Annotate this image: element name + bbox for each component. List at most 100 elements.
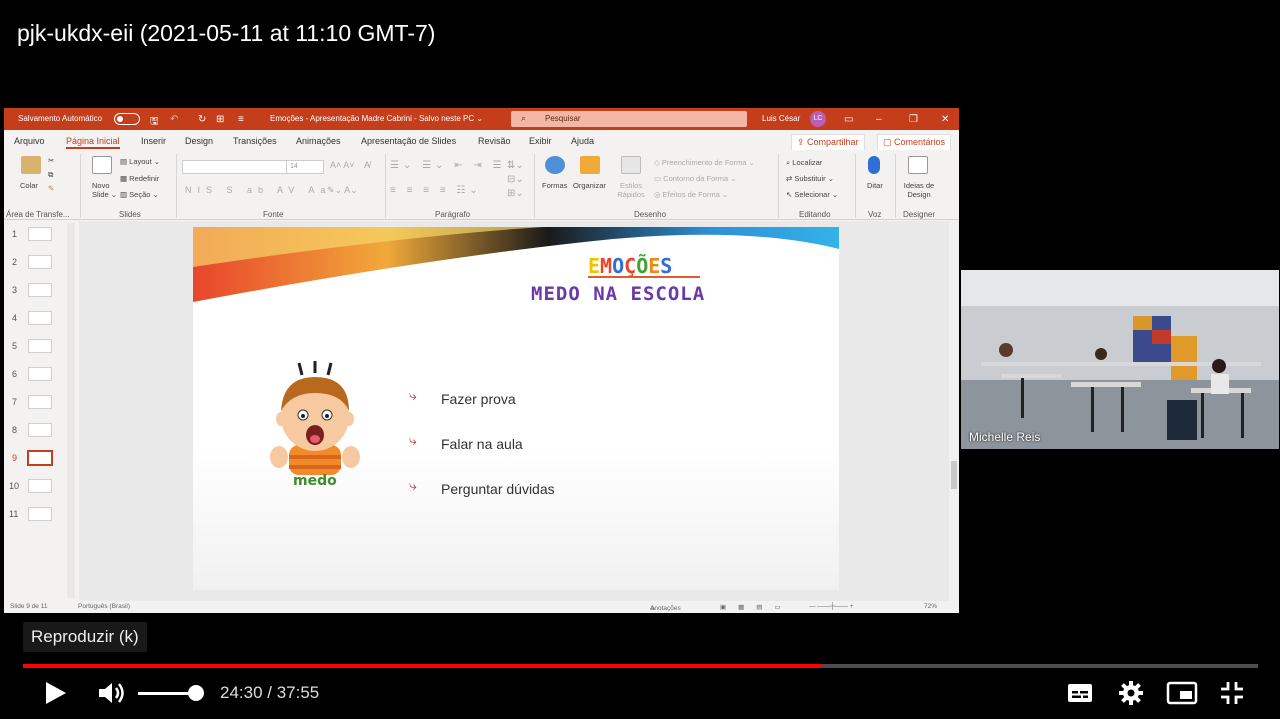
tab-revisao[interactable]: Revisão — [478, 136, 511, 146]
thumbnail-item[interactable]: 11 — [4, 507, 74, 529]
avatar[interactable]: LC — [810, 111, 826, 127]
font-size-select[interactable]: 14 — [286, 160, 324, 174]
find-button[interactable]: ⌕ Localizar — [786, 158, 822, 168]
tab-transicoes[interactable]: Transições — [233, 136, 277, 146]
reset-button[interactable]: ▦ Redefinir — [120, 174, 159, 183]
curved-arrow-icon: ⤷ — [409, 432, 417, 448]
thumbnail-number: 2 — [12, 257, 18, 267]
scrollbar-thumb[interactable] — [951, 461, 957, 489]
notes-label: Anotações — [650, 605, 681, 612]
text-direction-icon[interactable]: ⇅⌄ — [507, 160, 524, 171]
paste-button[interactable]: Colar — [20, 181, 38, 190]
thumbnail-image — [28, 255, 52, 269]
outline-icon: ▭ — [654, 174, 664, 183]
comments-button[interactable]: ▢ Comentários — [877, 134, 952, 151]
divider — [385, 154, 386, 218]
miniplayer-icon[interactable] — [1166, 681, 1198, 705]
cut-icon[interactable]: ✂ — [48, 156, 54, 165]
dictate-button[interactable]: Ditar — [867, 181, 883, 190]
select-label: Selecionar ⌄ — [794, 190, 839, 199]
redo-icon[interactable]: ↻ — [198, 114, 206, 125]
thumbnail-scrollbar[interactable] — [67, 223, 75, 598]
font-grow-icon[interactable]: A˄ A˅ — [330, 160, 355, 170]
replace-button[interactable]: ⇄ Substituir ⌄ — [786, 174, 834, 183]
layout-button[interactable]: ▤ Layout ⌄ — [120, 157, 160, 166]
ppt-titlebar: Salvamento Automático 🖫 ↶ ↻ ⊞ ≡ Emoções … — [4, 108, 959, 130]
tab-ajuda[interactable]: Ajuda — [571, 136, 594, 146]
design-ideas-button[interactable]: Ideias de Design — [902, 181, 936, 199]
reset-icon: ▦ — [120, 174, 130, 183]
close-icon[interactable]: ✕ — [941, 114, 949, 125]
thumbnail-item[interactable]: 3 — [4, 283, 74, 305]
align-text-icon[interactable]: ⊟⌄ — [507, 174, 524, 185]
present-icon[interactable]: ⊞ — [216, 114, 224, 125]
layout-label: Layout ⌄ — [129, 157, 161, 166]
text-format-icons[interactable]: NIS S ab AV Aa — [185, 185, 331, 195]
new-slide-button[interactable]: Novo Slide ⌄ — [92, 181, 122, 199]
thumbnail-item[interactable]: 4 — [4, 311, 74, 333]
shape-outline-button[interactable]: ▭ Contorno da Forma ⌄ — [654, 174, 737, 183]
customize-icon[interactable]: ≡ — [238, 114, 244, 125]
title-letter: O — [612, 254, 625, 278]
minimize-icon[interactable]: – — [876, 114, 882, 125]
volume-icon[interactable] — [96, 679, 126, 707]
shapes-button[interactable]: Formas — [542, 181, 567, 190]
settings-icon[interactable] — [1118, 680, 1144, 706]
undo-icon[interactable]: ↶ — [170, 114, 178, 125]
webcam-feed: Michelle Reis — [961, 270, 1279, 449]
font-family-select[interactable] — [182, 160, 300, 174]
thumbnail-item[interactable]: 6 — [4, 367, 74, 389]
thumbnail-item[interactable]: 1 — [4, 227, 74, 249]
divider — [176, 154, 177, 218]
exit-fullscreen-icon[interactable] — [1219, 680, 1245, 706]
share-button[interactable]: ⇪ Compartilhar — [791, 134, 865, 151]
document-title[interactable]: Emoções - Apresentação Madre Cabrini - S… — [270, 114, 483, 123]
thumbnail-item[interactable]: 5 — [4, 339, 74, 361]
format-painter-icon[interactable]: ✎ — [48, 184, 54, 193]
ribbon-display-icon[interactable]: ▭ — [844, 114, 853, 125]
restore-icon[interactable]: ❐ — [909, 114, 918, 125]
tab-design[interactable]: Design — [185, 136, 213, 146]
smartart-icon[interactable]: ⊞⌄ — [507, 188, 524, 199]
list-icons[interactable]: ☰⌄ ☰⌄ ⇤ ⇥ ☰⌄ — [390, 160, 518, 171]
save-icon[interactable]: 🖫 — [150, 114, 159, 131]
autosave-label: Salvamento Automático — [18, 114, 103, 123]
volume-slider-handle[interactable] — [187, 685, 204, 701]
thumbnail-item[interactable]: 2 — [4, 255, 74, 277]
thumbnail-item[interactable]: 10 — [4, 479, 74, 501]
quick-styles-button[interactable]: Estilos Rápidos — [616, 181, 646, 199]
group-voice: Voz — [868, 210, 882, 219]
tab-exibir[interactable]: Exibir — [529, 136, 552, 146]
tab-pagina-inicial[interactable]: Página Inicial — [66, 136, 120, 149]
highlight-color-icon[interactable]: ✎⌄ A⌄ — [327, 185, 358, 196]
zoom-slider[interactable]: — ——┼—— + — [809, 603, 854, 610]
subtitles-icon[interactable] — [1067, 682, 1093, 704]
thumbnail-image — [28, 367, 52, 381]
shape-effects-button[interactable]: ◎ Efeitos de Forma ⌄ — [654, 190, 728, 199]
autosave-toggle[interactable] — [114, 113, 140, 125]
arrange-button[interactable]: Organizar — [573, 181, 606, 190]
copy-icon[interactable]: ⧉ — [48, 170, 53, 180]
view-buttons-icons[interactable]: ▣▦▤▭ — [720, 603, 793, 611]
comments-label: Comentários — [894, 137, 946, 147]
shape-fill-button[interactable]: ◇ Preenchimento de Forma ⌄ — [654, 158, 755, 167]
zoom-level[interactable]: 72% — [924, 603, 937, 610]
thumbnail-item[interactable]: 8 — [4, 423, 74, 445]
bullet-text: Perguntar dúvidas — [441, 481, 555, 497]
progress-bar[interactable] — [23, 664, 1258, 668]
select-button[interactable]: ↖ Selecionar ⌄ — [786, 190, 838, 199]
language-status[interactable]: Português (Brasil) — [78, 603, 130, 610]
tab-animacoes[interactable]: Animações — [296, 136, 341, 146]
current-slide[interactable]: EMOÇÕES MEDO NA ESCOLA medo ⤷ Fazer prov… — [193, 227, 839, 590]
align-icons[interactable]: ≡ ≡ ≡ ≡ ☷⌄ — [390, 185, 482, 196]
play-icon[interactable] — [42, 680, 68, 706]
tab-arquivo[interactable]: Arquivo — [14, 136, 45, 146]
thumbnail-item[interactable]: 7 — [4, 395, 74, 417]
tab-inserir[interactable]: Inserir — [141, 136, 166, 146]
search-input[interactable]: ⌕ Pesquisar — [511, 111, 747, 127]
thumbnail-item-selected[interactable]: 9 — [4, 450, 74, 473]
clear-format-icon[interactable]: A̸ — [364, 160, 370, 170]
editor-scrollbar[interactable] — [949, 221, 959, 601]
tab-apresentacao[interactable]: Apresentação de Slides — [361, 136, 456, 146]
section-button[interactable]: ▥ Seção ⌄ — [120, 190, 159, 199]
